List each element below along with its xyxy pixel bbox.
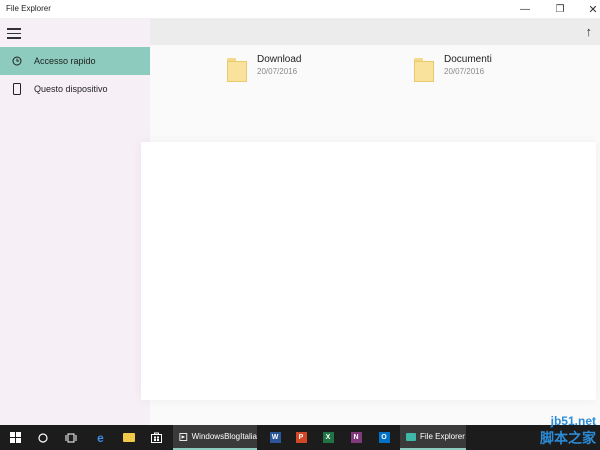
taskbar-app-label: File Explorer [420, 432, 465, 441]
folder-icon [414, 58, 434, 82]
task-view-icon [65, 433, 76, 442]
hamburger-menu-icon[interactable] [7, 28, 21, 39]
watermark-line-1: jb51.net [550, 414, 596, 428]
taskbar-windowsblogitalia[interactable]: WindowsBlogItalia [173, 425, 257, 450]
word-icon: W [269, 432, 281, 443]
content-panel [141, 142, 596, 400]
taskbar-file-explorer-pin[interactable] [116, 425, 141, 450]
close-icon: ✕ [588, 3, 598, 16]
restore-icon: ❐ [555, 3, 565, 15]
powerpoint-icon: P [295, 432, 307, 443]
taskbar-word[interactable]: W [264, 425, 286, 450]
sidebar: Accesso rapido Questo dispositivo [0, 19, 150, 425]
onenote-icon: N [350, 432, 362, 443]
folder-name: Download [257, 54, 302, 65]
search-button[interactable] [30, 425, 55, 450]
taskbar-store[interactable] [144, 425, 169, 450]
clock-icon [0, 56, 34, 66]
taskbar-file-explorer[interactable]: File Explorer [400, 425, 466, 450]
command-bar: ↑ [150, 19, 600, 45]
watermark-line-2: 脚本之家 [540, 430, 596, 446]
start-button[interactable] [0, 425, 30, 450]
folder-icon [122, 433, 135, 442]
site-watermark: jb51.net 脚本之家 [540, 414, 596, 448]
sidebar-item-label: Accesso rapido [34, 56, 96, 66]
taskbar-excel[interactable]: X [317, 425, 339, 450]
folder-name: Documenti [444, 54, 492, 65]
windowsblogitalia-app-icon [179, 432, 188, 441]
task-view-button[interactable] [57, 425, 84, 450]
windows-logo-icon [9, 432, 21, 443]
taskbar-onenote[interactable]: N [345, 425, 367, 450]
taskbar-app-label: WindowsBlogItalia [191, 432, 257, 441]
store-icon [151, 432, 162, 443]
sidebar-item-this-device[interactable]: Questo dispositivo [0, 75, 150, 103]
search-circle-icon [37, 432, 48, 443]
folder-date: 20/07/2016 [257, 67, 298, 76]
up-arrow-icon[interactable]: ↑ [586, 24, 593, 39]
minimize-icon: — [520, 3, 530, 15]
file-explorer-icon [406, 432, 416, 441]
taskbar: e WindowsBlogItalia W P X N O File Explo… [0, 425, 600, 450]
taskbar-outlook[interactable]: O [373, 425, 395, 450]
window-title: File Explorer [6, 4, 51, 13]
restore-button[interactable]: ❐ [545, 0, 575, 18]
minimize-button[interactable]: — [510, 0, 540, 18]
outlook-icon: O [378, 432, 390, 443]
title-bar: File Explorer — ❐ ✕ [0, 0, 600, 19]
taskbar-edge[interactable]: e [88, 425, 113, 450]
sidebar-item-quick-access[interactable]: Accesso rapido [0, 47, 150, 75]
folder-date: 20/07/2016 [444, 67, 485, 76]
device-icon [0, 83, 34, 95]
sidebar-item-label: Questo dispositivo [34, 84, 108, 94]
folder-icon [227, 58, 247, 82]
edge-icon: e [97, 430, 104, 445]
excel-icon: X [322, 432, 334, 443]
close-button[interactable]: ✕ [578, 0, 600, 18]
folder-item-documenti[interactable]: Documenti 20/07/2016 [414, 54, 492, 82]
taskbar-powerpoint[interactable]: P [290, 425, 312, 450]
folder-item-download[interactable]: Download 20/07/2016 [227, 54, 301, 82]
